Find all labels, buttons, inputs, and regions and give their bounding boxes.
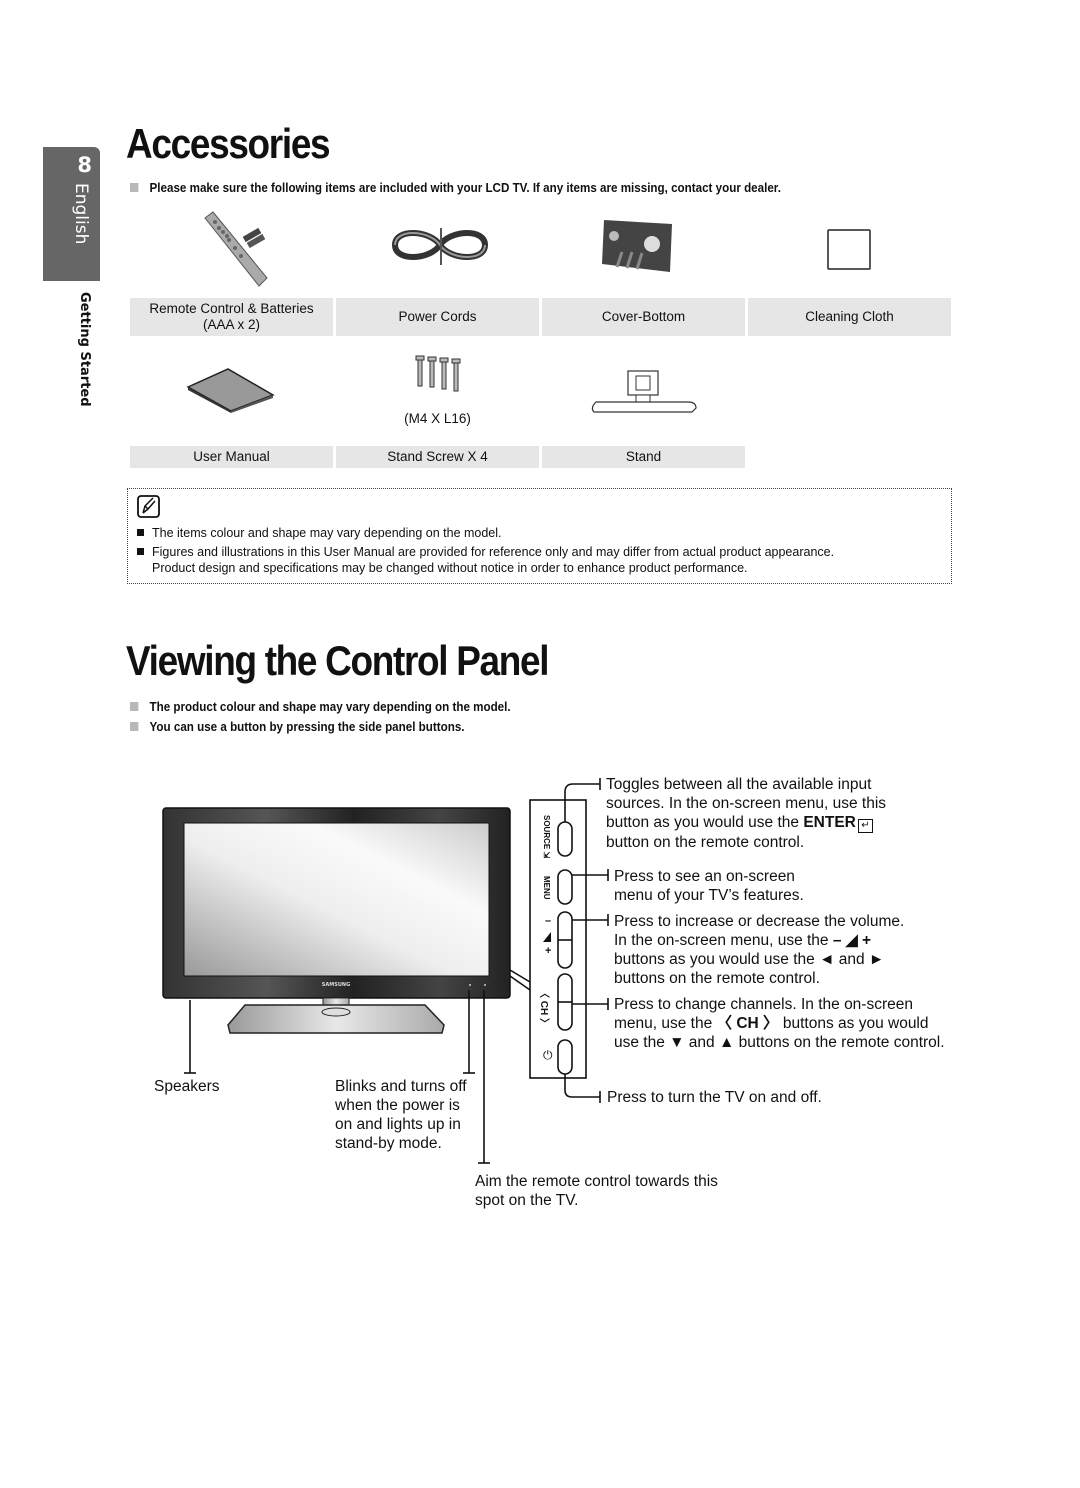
- volume-icon: [543, 932, 551, 942]
- speakers-label: Speakers: [154, 1078, 220, 1095]
- callout-lines: [184, 778, 609, 1164]
- power-button: [557, 1039, 573, 1075]
- source-description: Toggles between all the available input …: [606, 776, 887, 851]
- source-label: SOURCE ⇲: [542, 815, 551, 859]
- volume-symbols: – ◢ +: [832, 932, 872, 949]
- menu-description: Press to see an on-screen menu of your T…: [614, 868, 804, 904]
- channel-description: Press to change channels. In the on-scre…: [614, 996, 945, 1051]
- enter-icon: ↵: [857, 819, 873, 833]
- channel-symbol: 〈 CH 〉: [716, 1015, 779, 1032]
- power-description: Press to turn the TV on and off.: [607, 1089, 822, 1106]
- volume-description: Press to increase or decrease the volume…: [614, 913, 905, 987]
- volume-plus-label: +: [545, 945, 552, 957]
- remote-sensor-description: Aim the remote control towards this spot…: [475, 1173, 718, 1209]
- menu-label: MENU: [542, 876, 551, 900]
- volume-minus-label: –: [545, 915, 552, 927]
- menu-button: [557, 869, 573, 905]
- power-symbol-icon: ⏻: [543, 1048, 553, 1062]
- channel-label: 〈 CH 〉: [538, 988, 549, 1029]
- power-led-description: Blinks and turns off when the power is o…: [335, 1078, 467, 1152]
- source-button: [557, 821, 573, 857]
